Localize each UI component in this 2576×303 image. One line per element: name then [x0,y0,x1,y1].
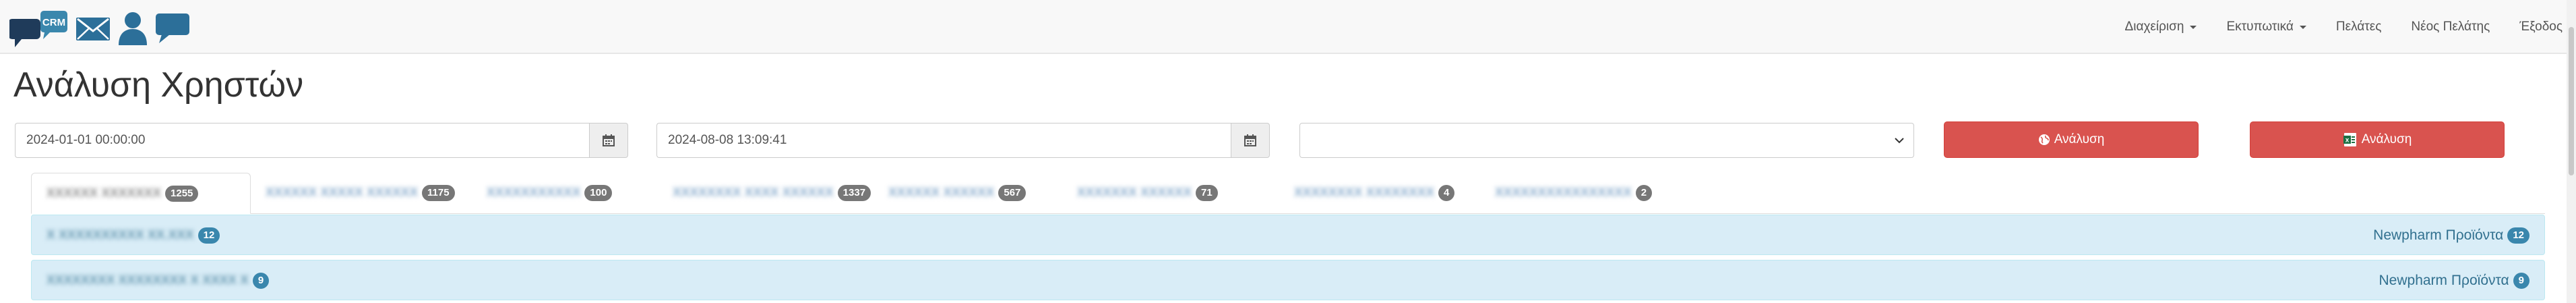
tab-label: XXXXXX XXXXXX [888,186,995,200]
tab-user-2[interactable]: XXXXXX XXXXX XXXXXX 1175 [251,173,455,213]
tab-user-1[interactable]: XXXXXX XXXXXXX 1255 [31,173,251,214]
calendar-icon[interactable] [1231,123,1270,158]
row-product-count-badge: 9 [2513,273,2529,289]
nav-neos-pelatis[interactable]: Νέος Πελάτης [2411,20,2490,34]
analyze-button-label: Ανάλυση [2054,132,2105,146]
analyze-excel-button[interactable]: x Ανάλυση [2250,121,2505,158]
crm-label: CRM [42,17,65,28]
row-count-badge: 12 [197,227,220,244]
tab-label: XXXXXXXX XXXX XXXXXX [673,186,834,200]
tab-label: XXXXXXXXXXXXXXXX [1495,186,1632,200]
mail-icon[interactable] [75,15,111,42]
calendar-icon[interactable] [589,123,628,158]
caret-down-icon [2190,25,2197,29]
row-label: X XXXXXXXXXX XX.XXX [47,228,194,242]
scrollbar[interactable] [2567,0,2576,303]
analyze-button[interactable]: Ανάλυση [1944,121,2199,158]
tab-label: XXXXXX XXXXXXX [47,186,162,200]
nav-pelates[interactable]: Πελάτες [2336,20,2382,34]
tab-user-5[interactable]: XXXXXX XXXXXX 567 [873,173,1026,213]
brand[interactable]: CRM [9,8,190,49]
tab-count-badge: 100 [584,185,613,201]
row-right: Newpharm Προϊόντα 12 [2373,215,2529,256]
navbar: CRM Διαχείριση Εκτυπωτικά Πελάτες Νέος Π… [0,0,2576,54]
row-right: Newpharm Προϊόντα 9 [2379,260,2529,301]
row-count-badge: 9 [252,273,270,289]
tab-count-badge: 1337 [837,185,871,201]
list-item[interactable]: X XXXXXXXXXX XX.XXX 12 Newpharm Προϊόντα… [31,215,2545,255]
excel-icon: x [2343,133,2356,146]
row-product-label: Newpharm Προϊόντα [2379,273,2509,288]
chat-crm-icon[interactable]: CRM [9,8,69,49]
tab-label: XXXXXXX XXXXXX [1077,186,1192,200]
row-left: XXXXXXXX XXXXXXXX X XXXX X 9 [47,260,270,301]
tab-user-4[interactable]: XXXXXXXX XXXX XXXXXX 1337 [658,173,871,213]
row-product-label: Newpharm Προϊόντα [2373,227,2504,243]
nav-diaxeirisi-label: Διαχείριση [2124,20,2184,34]
chevron-down-icon [1895,138,1904,144]
tab-count-badge: 4 [1438,185,1455,201]
nav-ektypotika-label: Εκτυπωτικά [2226,20,2294,34]
tab-label: XXXXXXXXXXX [487,186,581,200]
scrollbar-thumb[interactable] [2569,27,2574,175]
tab-count-badge: 71 [1196,185,1218,201]
tab-count-badge: 567 [998,185,1026,201]
tab-user-6[interactable]: XXXXXXX XXXXXX 71 [1062,173,1218,213]
tab-label: XXXXXXXX XXXXXXXX [1294,186,1435,200]
analyze-excel-button-label: Ανάλυση [2361,132,2412,146]
tab-label: XXXXXX XXXXX XXXXXX [266,186,418,200]
nav-ektypotika[interactable]: Εκτυπωτικά [2226,20,2306,34]
navbar-menu: Διαχείριση Εκτυπωτικά Πελάτες Νέος Πελάτ… [2095,0,2563,54]
tab-user-3[interactable]: XXXXXXXXXXX 100 [472,173,613,213]
user-select[interactable] [1299,123,1914,158]
globe-icon [2038,134,2050,145]
user-icon[interactable] [117,11,148,45]
nav-diaxeirisi[interactable]: Διαχείριση [2125,20,2197,34]
row-left: X XXXXXXXXXX XX.XXX 12 [47,215,220,256]
tab-count-badge: 2 [1635,185,1653,201]
page-title: Ανάλυση Χρηστών [13,65,304,105]
tab-user-7[interactable]: XXXXXXXX XXXXXXXX 4 [1279,173,1455,213]
row-label: XXXXXXXX XXXXXXXX X XXXX X [47,273,249,287]
tab-count-badge: 1175 [422,185,455,201]
caret-down-icon [2299,25,2306,29]
comment-icon[interactable] [155,12,190,45]
date-from-input[interactable]: 2024-01-01 00:00:00 [15,123,589,158]
date-to-input[interactable]: 2024-08-08 13:09:41 [656,123,1231,158]
nav-exodos[interactable]: Έξοδος [2519,20,2563,34]
row-product-count-badge: 12 [2507,227,2529,244]
tabs-baseline [31,213,2545,214]
date-from-group: 2024-01-01 00:00:00 [15,123,628,158]
tab-count-badge: 1255 [165,185,199,202]
excel-icon-letter: x [2345,137,2349,144]
list-item[interactable]: XXXXXXXX XXXXXXXX X XXXX X 9 Newpharm Πρ… [31,260,2545,300]
tab-user-8[interactable]: XXXXXXXXXXXXXXXX 2 [1480,173,1653,213]
date-to-group: 2024-08-08 13:09:41 [656,123,1270,158]
